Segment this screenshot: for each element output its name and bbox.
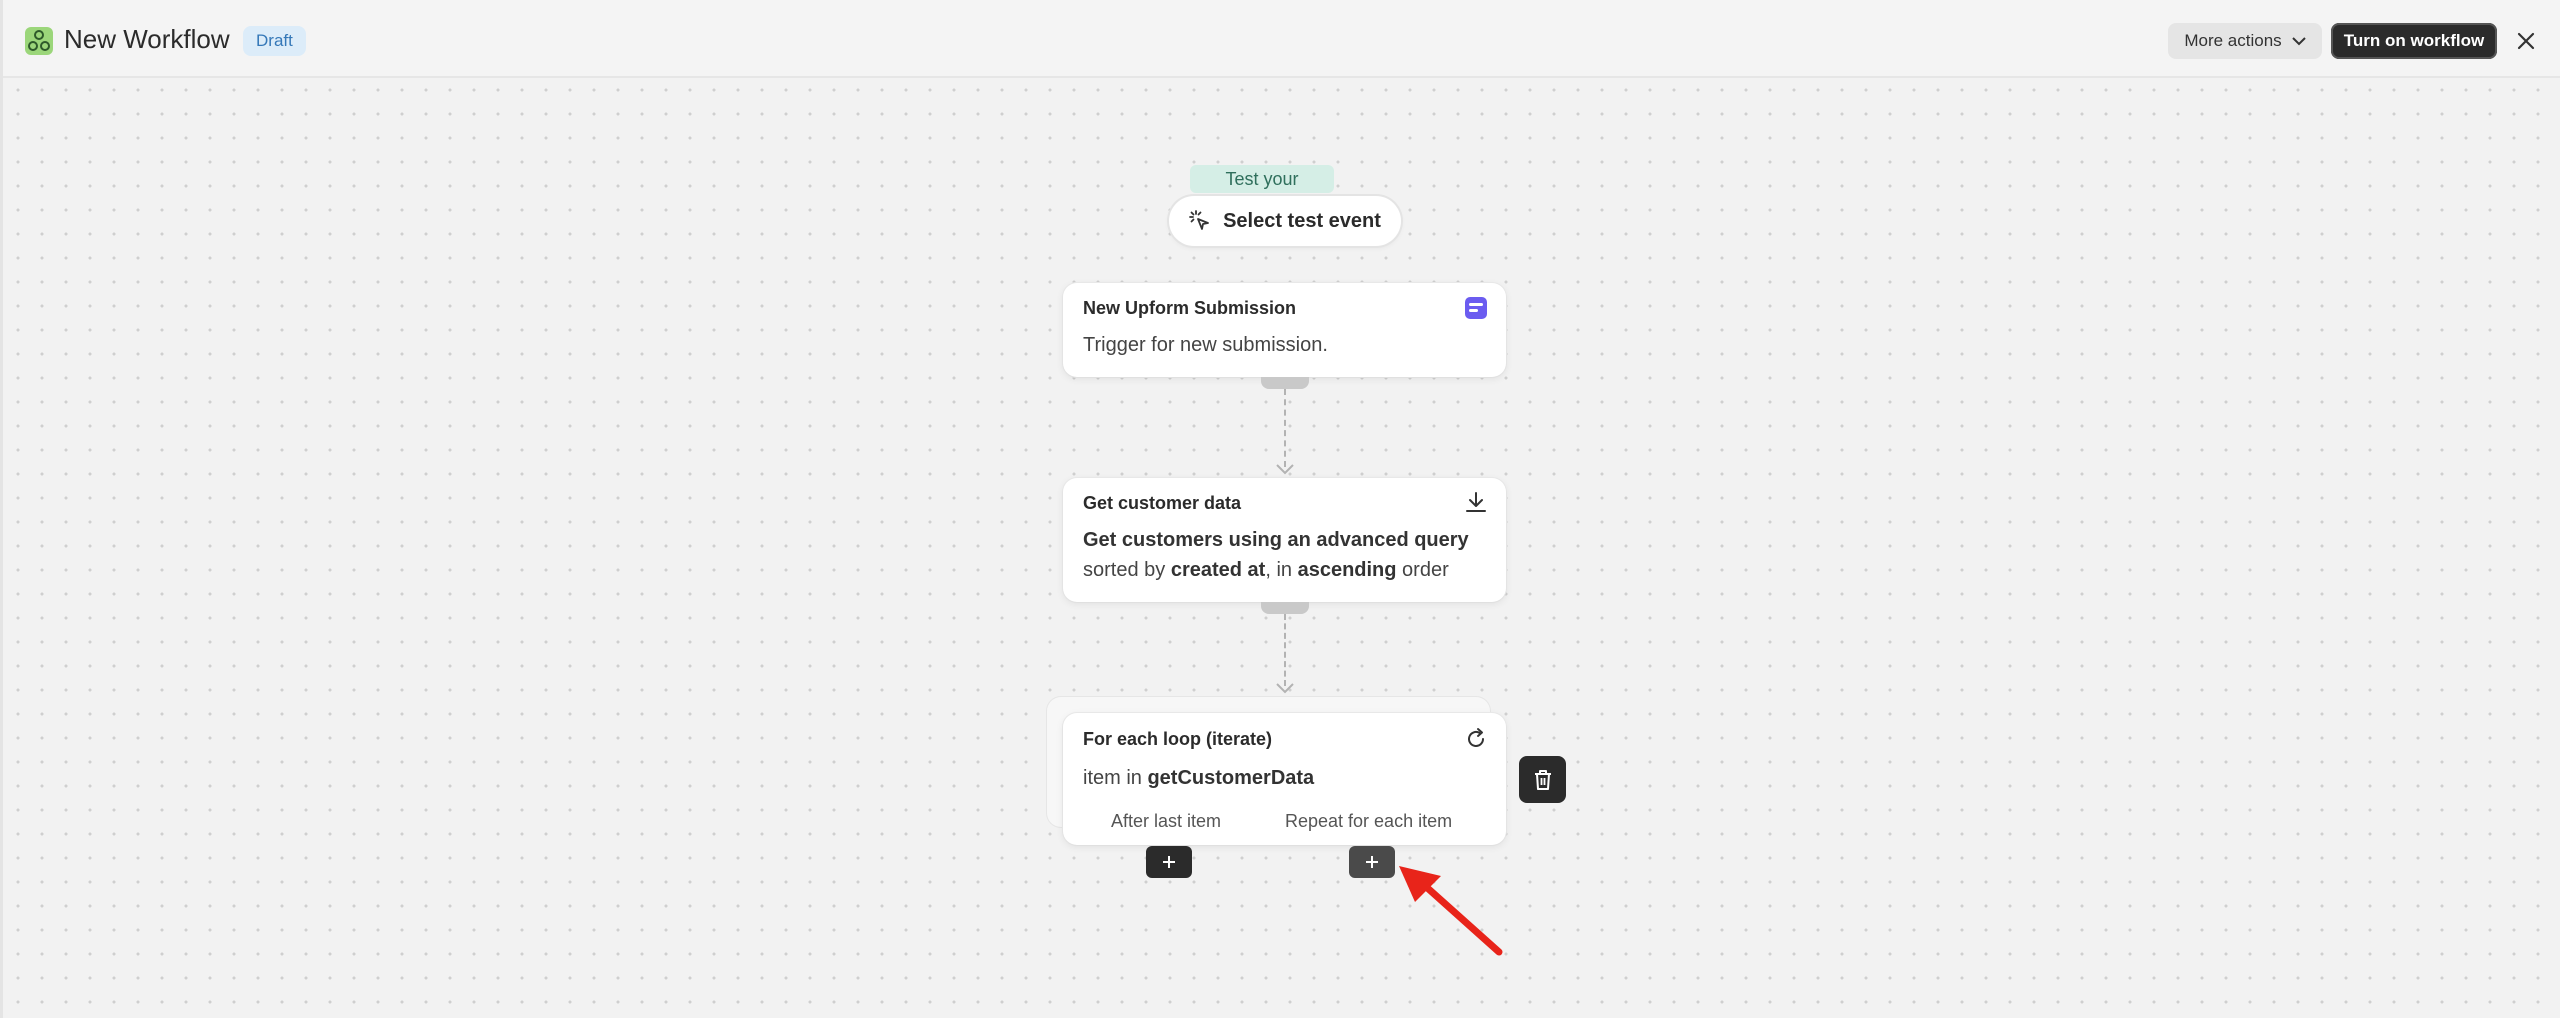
get-customer-data-node-card[interactable]: Get customer data Get customers using an… — [1063, 478, 1506, 602]
add-step-after-loop-button[interactable] — [1146, 846, 1192, 878]
trash-icon — [1534, 769, 1551, 790]
node-title: New Upform Submission — [1083, 298, 1297, 318]
query-summary: Get customers using an advanced query — [1083, 529, 1469, 551]
loop-source: getCustomerData — [1147, 767, 1315, 789]
refresh-icon — [1468, 728, 1484, 747]
status-badge: Draft — [243, 26, 306, 56]
cursor-click-icon — [1189, 210, 1209, 230]
header-bar: New Workflow Draft More actions Turn on … — [3, 0, 2560, 78]
more-actions-label: More actions — [2184, 31, 2282, 50]
plus-icon — [1366, 856, 1378, 868]
chevron-down-icon — [1276, 683, 1294, 694]
workflow-app-icon — [25, 27, 53, 55]
close-icon[interactable] — [2511, 26, 2541, 56]
test-workflow-label: Test your workflow — [1190, 165, 1334, 217]
turn-on-workflow-button[interactable]: Turn on workflow — [2331, 23, 2497, 59]
upform-icon — [1465, 297, 1487, 319]
delete-node-button[interactable] — [1519, 756, 1566, 803]
node-description: Trigger for new submission. — [1083, 334, 1328, 356]
chevron-down-icon — [2291, 37, 2306, 46]
node-description: Get customers using an advanced query so… — [1083, 525, 1469, 585]
node-title: Get customer data — [1083, 493, 1242, 513]
sort-mid: , in — [1265, 559, 1298, 581]
download-icon — [1466, 492, 1486, 512]
annotation-arrow-icon — [1399, 866, 1503, 956]
node-description: item in getCustomerData — [1083, 763, 1314, 793]
sort-field: created at — [1170, 559, 1266, 581]
sort-prefix: sorted by — [1083, 559, 1171, 581]
add-step-in-loop-button[interactable] — [1349, 846, 1395, 878]
plus-icon — [1163, 856, 1175, 868]
node-title: For each loop (iterate) — [1083, 729, 1273, 749]
for-each-loop-node-card[interactable]: For each loop (iterate) item in getCusto… — [1063, 713, 1506, 845]
connector-line — [1284, 389, 1286, 467]
select-test-event-button[interactable]: Select test event — [1169, 196, 1401, 246]
workflow-title[interactable]: New Workflow — [64, 24, 230, 55]
connector-line — [1284, 614, 1286, 686]
loop-prefix: item in — [1083, 767, 1148, 789]
more-actions-button[interactable]: More actions — [2168, 23, 2322, 59]
sort-suffix: order — [1396, 559, 1449, 581]
trigger-node-card[interactable]: New Upform Submission Trigger for new su… — [1063, 283, 1506, 377]
chevron-down-icon — [1276, 464, 1294, 475]
app-window: New Workflow Draft More actions Turn on … — [0, 0, 2560, 1018]
sort-order: ascending — [1297, 559, 1397, 581]
node-connector-handle[interactable] — [1261, 602, 1309, 614]
branch-after-last-item: After last item — [1111, 811, 1222, 831]
branch-repeat-for-each-item: Repeat for each item — [1285, 811, 1453, 831]
select-test-event-label: Select test event — [1223, 209, 1381, 232]
node-connector-handle[interactable] — [1261, 377, 1309, 389]
